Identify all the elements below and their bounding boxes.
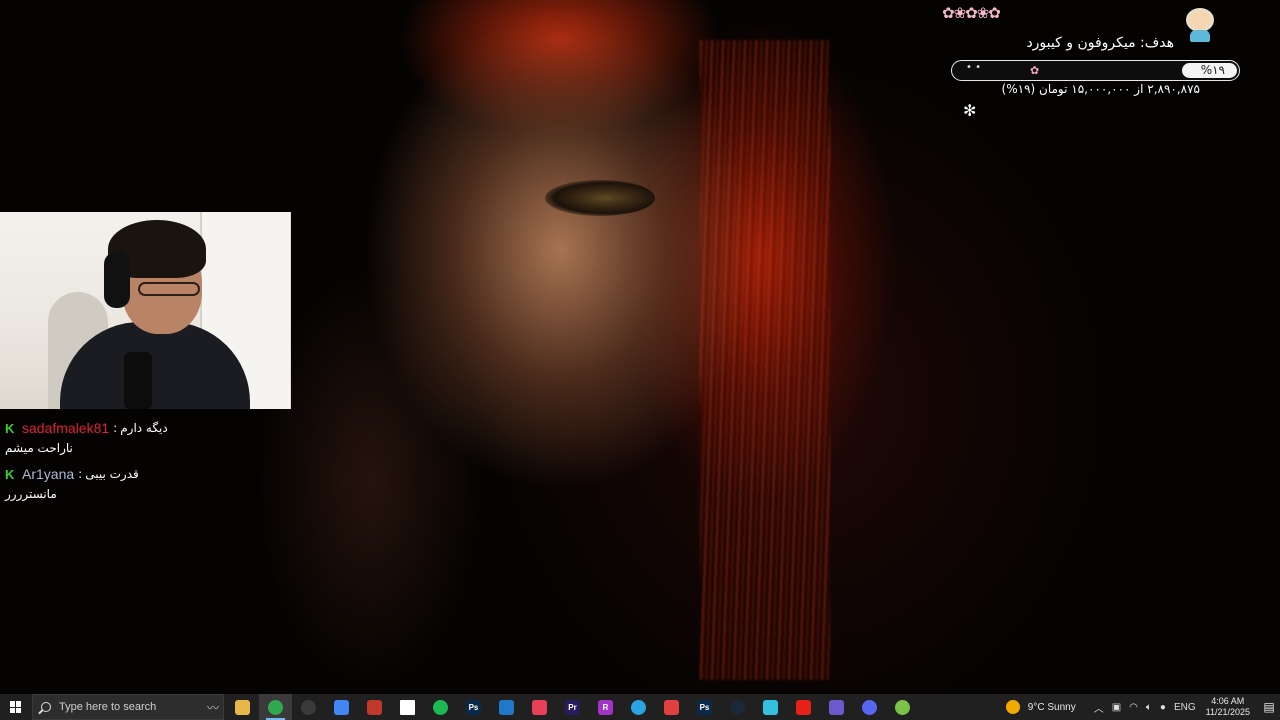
clock[interactable]: 4:06 AM 11/21/2025 [1206, 696, 1250, 718]
winrar-icon [367, 699, 382, 715]
chat-message: K sadafmalek81 : دیگه دارم ناراحت میشم [0, 418, 291, 458]
taskbar-app-obs[interactable] [292, 694, 325, 720]
notification-icon[interactable]: ▤ [1258, 694, 1280, 720]
goal-percent: %۱۹ [1200, 63, 1225, 77]
windows-icon [10, 701, 22, 713]
search-highlight-icon: 〰 [206, 701, 219, 715]
search-icon [41, 702, 51, 712]
google-drive-icon [334, 699, 349, 715]
goal-title: هدف: میکروفون و کیبورد [1026, 35, 1174, 51]
wifi-icon[interactable]: ◠ [1129, 702, 1138, 713]
language-indicator[interactable]: ENG [1174, 702, 1196, 713]
mascot-icon [1184, 4, 1216, 44]
weather-widget[interactable]: 9°C Sunny [1005, 700, 1076, 714]
taskbar-app-chrome[interactable] [259, 694, 292, 720]
telegram-icon [631, 699, 646, 715]
chat-text-continued: مانسترررر [5, 487, 57, 501]
chat-username: Ar1yana [22, 466, 75, 482]
valorant-icon [532, 699, 547, 715]
taskbar-app-telegram[interactable] [622, 694, 655, 720]
vscode-icon [499, 699, 514, 715]
meet-icon[interactable]: ▣ [1112, 702, 1121, 713]
chat-text: دیگه دارم [120, 421, 168, 435]
chat-text: قدرت بیبی [85, 467, 139, 481]
file-explorer-icon [235, 699, 250, 715]
spotify-icon [433, 699, 448, 715]
youtube-icon [796, 699, 811, 715]
cherry-blossom-icon: ✿❀✿❀✿ [942, 4, 1001, 22]
search-input[interactable] [59, 701, 179, 713]
discord-icon [862, 699, 877, 715]
other-app-icon [895, 699, 910, 715]
star-icon: ✻ [963, 101, 977, 120]
chat-overlay: K sadafmalek81 : دیگه دارم ناراحت میشم K… [0, 418, 291, 510]
clock-date: 11/21/2025 [1205, 707, 1250, 717]
taskbar-app-google-drive[interactable] [325, 694, 358, 720]
video-hair [700, 40, 830, 680]
taskbar-app-vscode[interactable] [490, 694, 523, 720]
sparkle-icon: • • [966, 62, 981, 73]
webcam-feed [0, 212, 291, 409]
taskbar-app-photoshop-2[interactable]: Ps [688, 694, 721, 720]
taskbar-app-game-app[interactable] [820, 694, 853, 720]
system-tray: 9°C Sunny ︿ ▣ ◠ 🔈︎ ● ENG 4:06 AM 11/21/2… [1005, 694, 1280, 720]
photoshop-2-icon: Ps [697, 699, 712, 715]
microphone [124, 352, 152, 409]
taskbar-app-premiere[interactable]: Pr [556, 694, 589, 720]
taskbar-app-youtube[interactable] [787, 694, 820, 720]
goal-amount: ۲,۸۹۰,۸۷۵ از ۱۵,۰۰۰,۰۰۰ تومان (۱۹%) [1001, 82, 1200, 96]
taskbar-app-settings-app[interactable] [754, 694, 787, 720]
sun-icon [1005, 700, 1020, 714]
taskbar-app-file-explorer[interactable] [226, 694, 259, 720]
mic-app-icon [664, 699, 679, 715]
taskbar-app-discord[interactable] [853, 694, 886, 720]
pinned-apps: Ps Pr R Ps [226, 694, 919, 720]
taskbar-app-mic-app[interactable] [655, 694, 688, 720]
taskbar-app-spotify[interactable] [424, 694, 457, 720]
taskbar-app-notepad[interactable] [391, 694, 424, 720]
mic-icon[interactable]: ● [1160, 702, 1166, 713]
taskbar-app-steam[interactable] [721, 694, 754, 720]
chat-username: sadafmalek81 [22, 420, 110, 436]
steam-icon [730, 699, 745, 715]
kick-badge-icon: K [5, 420, 15, 436]
taskbar-app-rider[interactable]: R [589, 694, 622, 720]
weather-text: 9°C Sunny [1027, 701, 1076, 713]
start-button[interactable] [0, 694, 32, 720]
taskbar-app-photoshop[interactable]: Ps [457, 694, 490, 720]
chrome-icon [268, 699, 283, 715]
premiere-icon: Pr [565, 699, 580, 715]
settings-app-icon [763, 699, 778, 715]
goal-progress-bar: • • ✿ %۱۹ [951, 60, 1240, 81]
taskbar-app-other-app[interactable] [886, 694, 919, 720]
notepad-icon [400, 699, 415, 715]
kick-badge-icon: K [5, 466, 15, 482]
video-eye [545, 180, 655, 216]
chevron-up-icon[interactable]: ︿ [1094, 700, 1104, 715]
chat-message: K Ar1yana : قدرت بیبی مانسترررر [0, 464, 291, 504]
petal-icon: ✿ [1030, 64, 1040, 77]
chat-text-continued: ناراحت میشم [5, 441, 73, 455]
volume-icon[interactable]: 🔈︎ [1146, 702, 1152, 713]
taskbar: 〰 Ps Pr R Ps 9°C Sunny ︿ ▣ ◠ 🔈︎ ● ENG 4:06 … [0, 694, 1280, 720]
obs-icon [301, 699, 316, 715]
clock-time: 4:06 AM [1211, 696, 1245, 706]
donation-goal-widget: ✿❀✿❀✿ هدف: میکروفون و کیبورد • • ✿ %۱۹ ۲… [940, 4, 1240, 124]
taskbar-app-valorant[interactable] [523, 694, 556, 720]
rider-icon: R [598, 699, 613, 715]
game-app-icon [829, 699, 844, 715]
taskbar-search[interactable]: 〰 [32, 694, 224, 720]
photoshop-icon: Ps [466, 699, 481, 715]
taskbar-app-winrar[interactable] [358, 694, 391, 720]
headset [104, 252, 130, 308]
